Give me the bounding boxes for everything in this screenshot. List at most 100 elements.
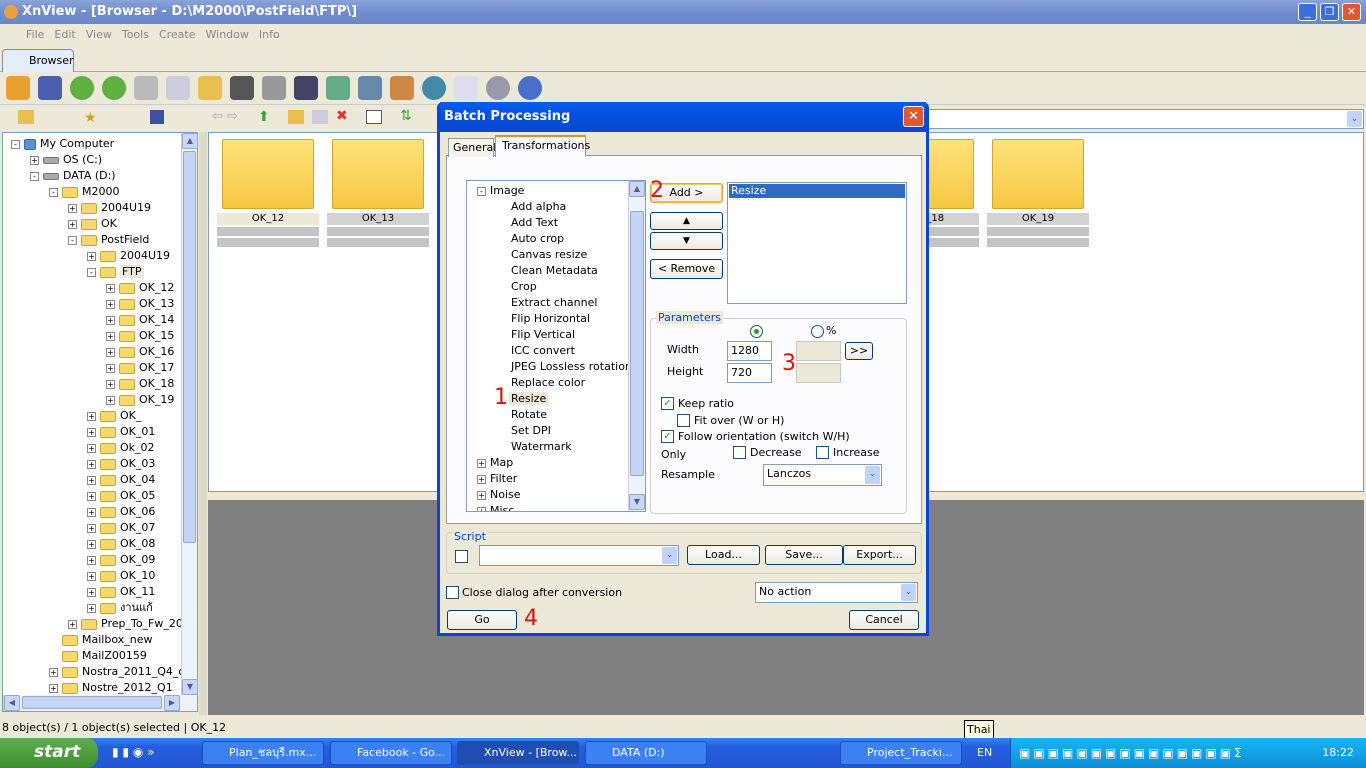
expand-icon[interactable]: + <box>106 331 115 341</box>
transform-item[interactable]: Extract channel <box>509 295 599 311</box>
expand-icon[interactable]: + <box>87 523 96 533</box>
properties-icon[interactable] <box>166 76 190 100</box>
tree-item[interactable]: + Nostra_2011_Q4_ol <box>49 664 181 680</box>
info-icon[interactable] <box>518 76 542 100</box>
width-input[interactable]: 1280 <box>727 341 772 361</box>
refresh-icon[interactable] <box>70 76 94 100</box>
follow-orientation-checkbox[interactable]: ✓ <box>661 430 674 443</box>
expand-icon[interactable]: + <box>106 283 115 293</box>
favorites-tab-icon[interactable]: ★ <box>84 110 100 126</box>
tree-item[interactable]: + OK_17 <box>106 360 174 376</box>
expand-icon[interactable]: + <box>106 299 115 309</box>
collapse-icon[interactable]: - <box>30 171 39 181</box>
percent-radio[interactable] <box>811 325 824 338</box>
panel-splitter[interactable] <box>199 132 207 715</box>
menu-file[interactable]: File <box>26 28 44 41</box>
menu-edit[interactable]: Edit <box>54 28 75 41</box>
expand-icon[interactable]: + <box>87 411 96 421</box>
taskbar-item[interactable]: DATA (D:) <box>585 741 707 765</box>
start-button[interactable]: start <box>0 738 98 768</box>
tree-vscrollbar[interactable]: ▲ ▼ <box>181 133 198 695</box>
tab-browser[interactable]: Browser <box>2 49 74 72</box>
load-button[interactable]: Load... <box>687 545 760 565</box>
cancel-button[interactable]: Cancel <box>849 610 919 630</box>
path-combo[interactable]: ⌄ <box>928 109 1364 129</box>
web-icon[interactable] <box>422 76 446 100</box>
tree-item[interactable]: - DATA (D:) <box>30 168 116 184</box>
transform-item[interactable]: ICC convert <box>509 343 577 359</box>
transform-item[interactable]: Resize <box>509 391 549 407</box>
tree-item[interactable]: + Prep_To_Fw_20 <box>68 616 181 632</box>
transform-item[interactable]: Canvas resize <box>509 247 589 263</box>
expand-icon[interactable]: + <box>106 379 115 389</box>
tree-item[interactable]: + OK_01 <box>87 424 155 440</box>
move-down-button[interactable]: ▼ <box>650 232 723 250</box>
maximize-button[interactable]: ❐ <box>1320 3 1339 21</box>
decrease-checkbox[interactable] <box>733 446 746 459</box>
taskbar-item-active[interactable]: XnView - [Brow... <box>457 741 579 765</box>
tree-item[interactable]: + OK_18 <box>106 376 174 392</box>
fullscreen-icon[interactable] <box>38 76 62 100</box>
remove-button[interactable]: < Remove <box>650 259 723 279</box>
apply-ratio-button[interactable]: >> <box>845 342 873 360</box>
taskbar-item[interactable]: Facebook - Go... <box>330 741 452 765</box>
tree-hscrollbar[interactable]: ◀ ▶ <box>3 695 197 711</box>
transform-item[interactable]: Watermark <box>509 439 574 455</box>
collapse-icon[interactable]: - <box>11 139 20 149</box>
convert-icon[interactable] <box>134 76 158 100</box>
expand-icon[interactable]: + <box>106 363 115 373</box>
rename-icon[interactable] <box>312 110 328 124</box>
expand-icon[interactable]: + <box>477 490 486 500</box>
tree-item[interactable]: - My Computer <box>11 136 114 152</box>
expand-icon[interactable]: + <box>477 506 486 511</box>
expand-icon[interactable]: + <box>87 587 96 597</box>
transform-item[interactable]: Set DPI <box>509 423 553 439</box>
tree-item[interactable]: + งานแก้ <box>87 600 153 616</box>
back-forward-icon[interactable]: ⇦ ⇨ <box>212 109 238 124</box>
expand-icon[interactable]: + <box>87 251 96 261</box>
collapse-icon[interactable]: - <box>68 235 77 245</box>
reload-icon[interactable] <box>102 76 126 100</box>
transform-item[interactable]: Flip Vertical <box>509 327 577 343</box>
tab-general[interactable]: General <box>448 138 496 157</box>
after-action-select[interactable]: No action ⌄ <box>755 582 918 603</box>
tree-item[interactable]: + OK_08 <box>87 536 155 552</box>
folder-thumbnail[interactable]: OK_13 <box>327 139 429 247</box>
tree-item[interactable]: + OK_07 <box>87 520 155 536</box>
expand-icon[interactable]: + <box>68 203 77 213</box>
delete-icon[interactable]: ✖ <box>336 108 348 124</box>
tree-item[interactable]: + OK <box>68 216 117 232</box>
export-icon[interactable] <box>198 76 222 100</box>
tree-group-image[interactable]: - Image <box>477 183 524 199</box>
tree-item[interactable]: +2004U19 <box>68 200 151 216</box>
folders-tab-icon[interactable] <box>18 110 34 124</box>
tree-item[interactable]: + OK_04 <box>87 472 155 488</box>
save-button[interactable]: Save... <box>765 545 843 565</box>
transform-item[interactable]: Rotate <box>509 407 549 423</box>
parent-folder-icon[interactable]: ⬆ <box>258 109 270 125</box>
taskbar-item[interactable]: Plan_ชลบุรี.mx... <box>202 741 324 765</box>
tree-item[interactable]: + OK_19 <box>106 392 174 408</box>
tree-scroll-thumb[interactable] <box>183 151 196 543</box>
expand-icon[interactable]: + <box>87 443 96 453</box>
transform-item[interactable]: Crop <box>509 279 539 295</box>
folder-thumbnail[interactable]: OK_19 <box>987 139 1089 247</box>
go-button[interactable]: Go <box>447 610 517 630</box>
menu-tools[interactable]: Tools <box>122 28 149 41</box>
height-percent-input[interactable] <box>796 363 841 383</box>
tree-group[interactable]: + Misc <box>477 503 514 511</box>
menu-view[interactable]: View <box>86 28 112 41</box>
script-combo[interactable]: ⌄ <box>479 545 679 566</box>
script-checkbox[interactable] <box>455 550 468 563</box>
tree-item[interactable]: + Ok_02 <box>87 440 155 456</box>
tree-item[interactable]: + OK_13 <box>106 296 174 312</box>
tree-item[interactable]: + OS (C:) <box>30 152 102 168</box>
tree-item[interactable]: + OK_10 <box>87 568 155 584</box>
expand-icon[interactable]: + <box>87 507 96 517</box>
expand-icon[interactable]: + <box>87 459 96 469</box>
width-percent-input[interactable] <box>796 341 841 361</box>
scanner-icon[interactable] <box>294 76 318 100</box>
language-indicator[interactable]: EN <box>977 746 992 759</box>
tree-item[interactable]: - M2000 <box>49 184 120 200</box>
contact-sheet-icon[interactable] <box>454 76 478 100</box>
